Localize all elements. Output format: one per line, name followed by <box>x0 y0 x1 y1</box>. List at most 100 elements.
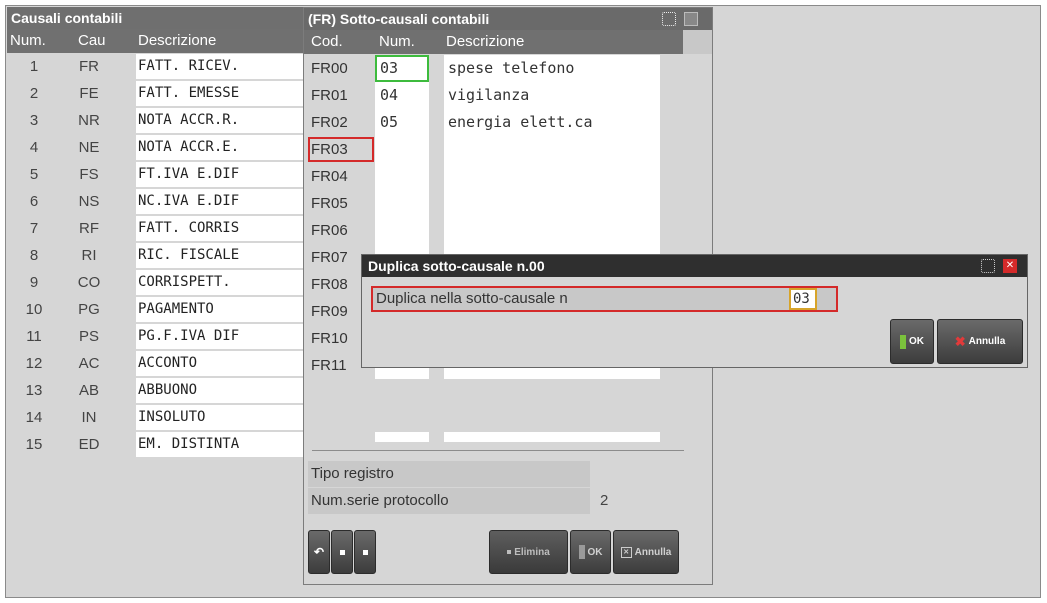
row-causale-code: ED <box>78 436 100 453</box>
toolbar-button-2[interactable] <box>331 530 353 574</box>
table-row[interactable]: 3 NR NOTA ACCR.R. <box>7 107 305 134</box>
elimina-label: Elimina <box>514 546 550 558</box>
row-causale-code: AB <box>78 382 99 399</box>
table-row[interactable]: 2 FE FATT. EMESSE <box>7 80 305 107</box>
table-row[interactable]: FR06 <box>304 217 704 244</box>
row-descrizione[interactable]: ACCONTO <box>136 351 305 376</box>
row-num: 13 <box>25 382 43 399</box>
annulla-label: Annulla <box>634 546 672 558</box>
row-num-field[interactable]: 04 <box>375 82 429 109</box>
scrollbar-corner <box>683 30 712 54</box>
table-row[interactable]: 13 AB ABBUONO <box>7 377 305 404</box>
row-descrizione-field[interactable]: vigilanza <box>444 82 660 109</box>
row-descrizione[interactable]: EM. DISTINTA <box>136 432 305 457</box>
undo-icon: ↶ <box>313 545 325 559</box>
panel-title: (FR) Sotto-causali contabili <box>304 8 712 30</box>
row-descrizione-field[interactable]: spese telefono <box>444 55 660 82</box>
row-causale-code: PG <box>78 301 100 318</box>
dialog-title: Duplica sotto-causale n.00 <box>368 258 545 274</box>
table-row[interactable]: 15 ED EM. DISTINTA <box>7 431 305 458</box>
table-row[interactable]: 12 AC ACCONTO <box>7 350 305 377</box>
table-row[interactable]: 10 PG PAGAMENTO <box>7 296 305 323</box>
square-icon <box>339 549 345 555</box>
undo-button[interactable]: ↶ <box>308 530 330 574</box>
table-row[interactable]: 1 FR FATT. RICEV. <box>7 53 305 80</box>
table-row[interactable]: FR03 <box>304 136 704 163</box>
column-header-descrizione: Descrizione <box>446 33 525 50</box>
row-descrizione-field[interactable]: energia elett.ca <box>444 109 660 136</box>
column-header-cau: Cau <box>78 32 106 49</box>
table-row[interactable]: FR05 <box>304 190 704 217</box>
row-num-field[interactable]: 03 <box>375 55 429 82</box>
row-descrizione[interactable]: INSOLUTO <box>136 405 305 430</box>
dialog-ok-button[interactable]: OK <box>890 319 934 364</box>
row-cod[interactable]: FR05 <box>308 191 374 216</box>
table-row[interactable]: 5 FS FT.IVA E.DIF <box>7 161 305 188</box>
table-row[interactable]: FR00 03 spese telefono <box>304 55 704 82</box>
close-icon[interactable]: ✕ <box>1003 259 1017 273</box>
row-descrizione[interactable]: PAGAMENTO <box>136 297 305 322</box>
row-num: 6 <box>29 193 39 210</box>
maximize-icon[interactable] <box>662 12 676 26</box>
row-cod[interactable]: FR01 <box>308 83 374 108</box>
maximize-icon[interactable] <box>981 259 995 273</box>
row-cod[interactable]: FR06 <box>308 218 374 243</box>
row-descrizione[interactable]: NOTA ACCR.E. <box>136 135 305 160</box>
row-cod[interactable]: FR00 <box>308 56 374 81</box>
row-descrizione[interactable]: FATT. CORRIS <box>136 216 305 241</box>
row-num: 14 <box>25 409 43 426</box>
ok-label: OK <box>587 546 603 558</box>
row-cod[interactable]: FR04 <box>308 164 374 189</box>
causali-contabili-panel: Causali contabili Num. Cau Descrizione 1… <box>7 7 305 590</box>
row-num-field[interactable] <box>375 217 429 244</box>
table-row[interactable]: 8 RI RIC. FISCALE <box>7 242 305 269</box>
row-causale-code: FS <box>79 166 99 183</box>
row-descrizione-field[interactable] <box>444 163 660 190</box>
row-descrizione[interactable]: FT.IVA E.DIF <box>136 162 305 187</box>
row-num: 4 <box>29 139 39 156</box>
table-row[interactable]: 6 NS NC.IVA E.DIF <box>7 188 305 215</box>
table-row[interactable]: FR04 <box>304 163 704 190</box>
row-descrizione[interactable]: CORRISPETT. <box>136 270 305 295</box>
row-num: 11 <box>26 328 42 345</box>
dialog-annulla-button[interactable]: ✖ Annulla <box>937 319 1023 364</box>
row-descrizione[interactable]: FATT. RICEV. <box>136 54 305 79</box>
annulla-icon: ✕ <box>620 546 632 558</box>
row-descrizione[interactable]: NOTA ACCR.R. <box>136 108 305 133</box>
row-descrizione-field[interactable] <box>444 136 660 163</box>
row-causale-code: IN <box>81 409 97 426</box>
row-descrizione[interactable]: NC.IVA E.DIF <box>136 189 305 214</box>
row-descrizione-field[interactable] <box>444 217 660 244</box>
row-num: 9 <box>29 274 39 291</box>
elimina-button[interactable]: Elimina <box>489 530 568 574</box>
table-row[interactable]: 14 IN INSOLUTO <box>7 404 305 431</box>
row-num-field[interactable]: 05 <box>375 109 429 136</box>
row-num-field[interactable] <box>375 136 429 163</box>
annulla-button[interactable]: ✕ Annulla <box>613 530 679 574</box>
ok-button[interactable]: OK <box>570 530 611 574</box>
square-icon <box>507 550 512 554</box>
table-row[interactable]: 4 NE NOTA ACCR.E. <box>7 134 305 161</box>
table-row[interactable]: 9 CO CORRISPETT. <box>7 269 305 296</box>
table-row[interactable]: 11 PS PG.F.IVA DIF <box>7 323 305 350</box>
row-cod[interactable]: FR03 <box>308 137 374 162</box>
row-descrizione[interactable]: RIC. FISCALE <box>136 243 305 268</box>
row-descrizione[interactable]: PG.F.IVA DIF <box>136 324 305 349</box>
sotto-causale-number-input[interactable]: 03 <box>789 288 817 310</box>
row-descrizione[interactable]: ABBUONO <box>136 378 305 403</box>
row-num-field[interactable] <box>375 190 429 217</box>
table-row[interactable]: 7 RF FATT. CORRIS <box>7 215 305 242</box>
table-row[interactable]: FR02 05 energia elett.ca <box>304 109 704 136</box>
row-descrizione[interactable]: FATT. EMESSE <box>136 81 305 106</box>
row-num: 7 <box>29 220 39 237</box>
row-num-field[interactable] <box>375 163 429 190</box>
toolbar-button-3[interactable] <box>354 530 376 574</box>
ok-icon <box>900 334 906 349</box>
minimize-icon[interactable] <box>684 12 698 26</box>
row-num: 2 <box>29 85 39 102</box>
row-cod[interactable]: FR02 <box>308 110 374 135</box>
ok-icon <box>578 545 585 559</box>
table-row[interactable]: FR01 04 vigilanza <box>304 82 704 109</box>
row-num: 15 <box>25 436 43 453</box>
row-descrizione-field[interactable] <box>444 190 660 217</box>
